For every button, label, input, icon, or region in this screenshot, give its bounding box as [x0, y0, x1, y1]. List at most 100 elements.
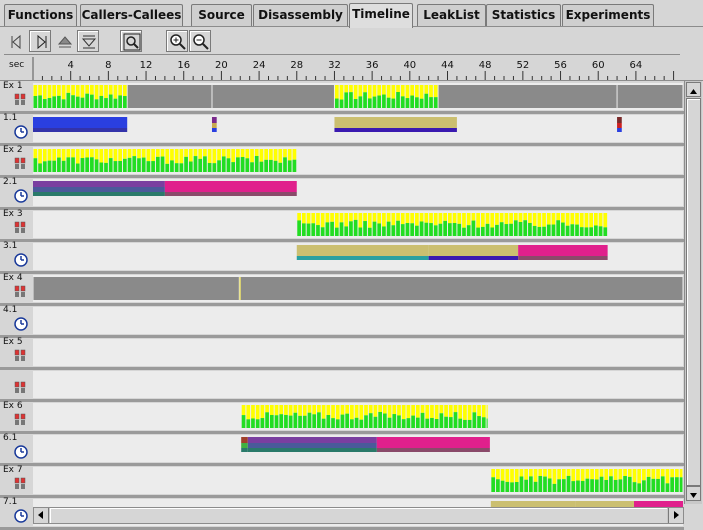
sample-user-bar[interactable]: [471, 220, 476, 236]
thread-state-band[interactable]: [296, 245, 429, 251]
sample-system-bar[interactable]: [113, 149, 118, 162]
zoom-out-button[interactable]: [189, 30, 211, 52]
sample-system-bar[interactable]: [480, 213, 485, 227]
sample-user-bar[interactable]: [339, 99, 344, 108]
sample-user-bar[interactable]: [137, 158, 141, 172]
tab-experiments[interactable]: Experiments: [562, 4, 654, 26]
sample-system-bar[interactable]: [537, 213, 542, 227]
sample-user-bar[interactable]: [598, 226, 603, 236]
sample-user-bar[interactable]: [330, 221, 334, 236]
sample-user-bar[interactable]: [524, 479, 529, 492]
sample-system-bar[interactable]: [122, 85, 127, 97]
sample-user-bar[interactable]: [538, 475, 543, 492]
sample-user-bar[interactable]: [325, 222, 330, 236]
thread-state-band[interactable]: [164, 192, 297, 196]
sample-user-bar[interactable]: [108, 94, 113, 108]
sample-system-bar[interactable]: [90, 85, 94, 95]
sample-system-bar[interactable]: [458, 405, 463, 419]
sample-user-bar[interactable]: [594, 225, 598, 236]
sample-user-bar[interactable]: [452, 222, 457, 236]
sample-user-bar[interactable]: [415, 97, 419, 108]
sample-user-bar[interactable]: [481, 417, 486, 428]
thread-state-band[interactable]: [33, 181, 165, 187]
sample-user-bar[interactable]: [604, 479, 609, 492]
sample-user-bar[interactable]: [85, 93, 90, 108]
sample-system-bar[interactable]: [344, 213, 349, 227]
sample-system-bar[interactable]: [377, 213, 382, 224]
sample-user-bar[interactable]: [419, 98, 424, 108]
sample-user-bar[interactable]: [231, 162, 236, 172]
thread-state-band[interactable]: [164, 181, 297, 187]
sample-user-bar[interactable]: [585, 478, 590, 492]
sample-system-bar[interactable]: [321, 405, 326, 419]
sample-system-bar[interactable]: [556, 213, 561, 221]
sample-system-bar[interactable]: [500, 469, 505, 481]
sample-user-bar[interactable]: [292, 159, 297, 172]
sample-system-bar[interactable]: [284, 405, 288, 415]
sample-user-bar[interactable]: [193, 156, 198, 172]
sample-user-bar[interactable]: [316, 225, 320, 236]
sample-system-bar[interactable]: [273, 149, 278, 161]
sample-system-bar[interactable]: [419, 213, 424, 222]
sample-system-bar[interactable]: [104, 149, 108, 163]
sample-user-bar[interactable]: [245, 158, 250, 172]
zoom-fit-button[interactable]: [120, 30, 142, 52]
sample-system-bar[interactable]: [155, 149, 160, 157]
sample-user-bar[interactable]: [90, 94, 94, 108]
sample-user-bar[interactable]: [397, 415, 401, 428]
sample-user-bar[interactable]: [75, 163, 80, 172]
scroll-up-button[interactable]: [686, 82, 701, 97]
sample-user-bar[interactable]: [298, 415, 302, 428]
sample-system-bar[interactable]: [108, 149, 113, 159]
sample-system-bar[interactable]: [430, 405, 434, 418]
sample-system-bar[interactable]: [61, 85, 66, 100]
idle-block[interactable]: [438, 85, 617, 108]
sample-system-bar[interactable]: [670, 469, 675, 478]
sample-user-bar[interactable]: [344, 92, 349, 108]
sample-user-bar[interactable]: [410, 95, 415, 108]
sample-user-bar[interactable]: [345, 413, 350, 428]
sample-user-bar[interactable]: [532, 225, 537, 236]
sample-user-bar[interactable]: [363, 92, 367, 108]
sample-system-bar[interactable]: [646, 469, 651, 477]
sample-system-bar[interactable]: [594, 213, 598, 226]
sample-user-bar[interactable]: [349, 221, 353, 236]
sample-system-bar[interactable]: [509, 213, 513, 224]
idle-block[interactable]: [617, 85, 683, 108]
thread-state-band[interactable]: [617, 117, 622, 123]
sample-user-bar[interactable]: [434, 418, 439, 428]
sample-system-bar[interactable]: [571, 469, 576, 482]
sample-user-bar[interactable]: [312, 414, 317, 428]
thread-state-band[interactable]: [33, 192, 165, 196]
sample-system-bar[interactable]: [519, 469, 524, 477]
sample-system-bar[interactable]: [505, 469, 510, 482]
sample-user-bar[interactable]: [33, 96, 38, 108]
sample-system-bar[interactable]: [551, 213, 556, 225]
sample-system-bar[interactable]: [212, 149, 217, 164]
sample-system-bar[interactable]: [279, 405, 284, 415]
thread-state-band[interactable]: [211, 128, 217, 132]
thread-state-band[interactable]: [33, 128, 128, 132]
sample-user-bar[interactable]: [350, 419, 354, 428]
sample-user-bar[interactable]: [670, 477, 675, 492]
sample-system-bar[interactable]: [406, 405, 411, 419]
sample-user-bar[interactable]: [66, 157, 71, 172]
sample-system-bar[interactable]: [656, 469, 660, 479]
sample-user-bar[interactable]: [458, 418, 463, 428]
sample-user-bar[interactable]: [118, 160, 122, 172]
sample-user-bar[interactable]: [367, 98, 372, 108]
sample-system-bar[interactable]: [42, 85, 47, 100]
sample-system-bar[interactable]: [400, 85, 405, 97]
sample-system-bar[interactable]: [334, 85, 339, 99]
sample-system-bar[interactable]: [651, 469, 656, 479]
sample-user-bar[interactable]: [260, 418, 265, 428]
sample-system-bar[interactable]: [623, 469, 627, 477]
sample-system-bar[interactable]: [66, 85, 71, 93]
sample-system-bar[interactable]: [434, 405, 439, 419]
sample-system-bar[interactable]: [405, 85, 410, 99]
sample-user-bar[interactable]: [278, 162, 283, 172]
thread-state-band[interactable]: [428, 245, 519, 251]
experiment-row[interactable]: Ex 5: [0, 337, 684, 370]
scroll-right-button[interactable]: [668, 508, 683, 523]
sample-system-bar[interactable]: [543, 469, 547, 477]
